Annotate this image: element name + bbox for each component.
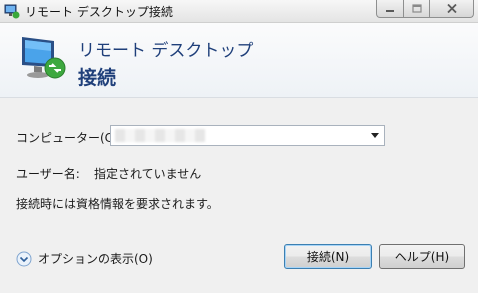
connect-button[interactable]: 接続(N)	[284, 244, 372, 269]
show-options-link[interactable]: オプションの表示(O)	[16, 250, 153, 267]
remote-desktop-window: リモート デスクトップ接続 リモート デスクトップ 接続 コンピューター(C):…	[0, 0, 478, 293]
maximize-icon	[411, 4, 422, 13]
minimize-button[interactable]	[376, 0, 404, 18]
caption-buttons	[376, 0, 474, 18]
app-name-heading: リモート デスクトップ	[78, 41, 254, 61]
close-button[interactable]	[430, 0, 474, 18]
computer-combobox[interactable]	[110, 125, 385, 146]
computer-label: コンピューター(C):	[16, 131, 122, 145]
window-title: リモート デスクトップ接続	[25, 5, 173, 19]
connect-heading: 接続	[78, 67, 117, 89]
remote-desktop-app-icon	[4, 4, 20, 19]
credentials-info-text: 接続時には資格情報を要求されます。	[16, 197, 219, 211]
title-bar[interactable]: リモート デスクトップ接続	[0, 0, 478, 23]
maximize-button[interactable]	[404, 0, 430, 18]
remote-desktop-monitor-icon	[22, 37, 66, 79]
minimize-icon	[386, 9, 394, 12]
dialog-header: リモート デスクトップ 接続	[0, 23, 478, 98]
show-options-label: オプションの表示(O)	[38, 252, 153, 266]
dropdown-arrow-icon[interactable]	[371, 133, 379, 138]
computer-value-blurred	[115, 129, 205, 142]
help-button[interactable]: ヘルプ(H)	[379, 244, 465, 269]
username-label: ユーザー名:	[16, 167, 80, 181]
expand-chevron-icon	[16, 251, 32, 266]
close-icon	[446, 4, 457, 13]
username-value: 指定されていません	[94, 167, 202, 181]
